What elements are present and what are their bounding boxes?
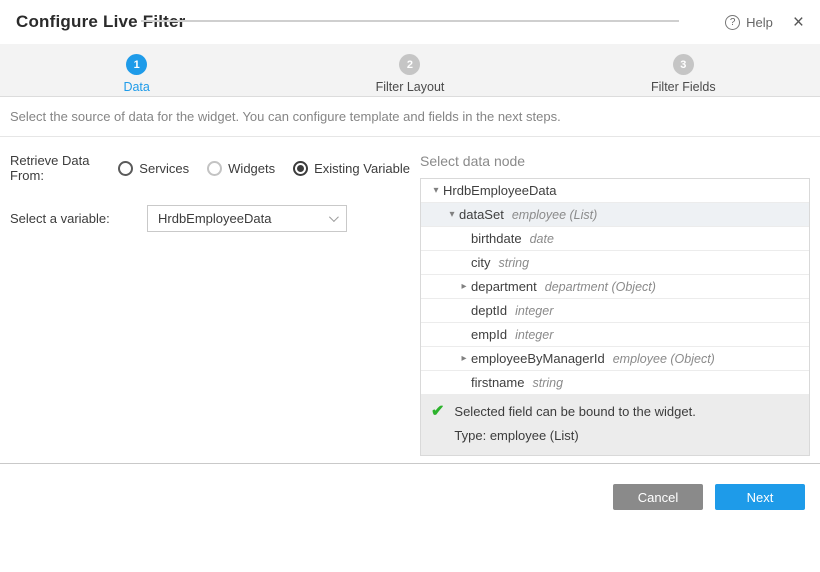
tree-node-birthdate[interactable]: birthdate date <box>421 227 809 251</box>
chevron-down-icon <box>329 212 339 222</box>
radio-widgets-label: Widgets <box>228 161 275 176</box>
source-radio-group: Services Widgets Existing Variable <box>118 161 410 176</box>
step-1-label: Data <box>123 80 149 94</box>
radio-services[interactable]: Services <box>118 161 189 176</box>
tree-node-type: integer <box>515 328 553 342</box>
step-1-circle: 1 <box>126 54 147 75</box>
tree-node-label: city <box>471 255 491 270</box>
data-node-section: Select data node ▾ HrdbEmployeeData ▾ da… <box>420 137 810 456</box>
tree-node-deptid[interactable]: deptId integer <box>421 299 809 323</box>
help-label: Help <box>746 15 773 30</box>
radio-unchecked-dim-icon <box>207 161 222 176</box>
step-filter-fields[interactable]: 3 Filter Fields <box>547 44 820 96</box>
wizard-stepper: 1 Data 2 Filter Layout 3 Filter Fields <box>0 44 820 97</box>
tree-node-label: deptId <box>471 303 507 318</box>
tree-node-label: HrdbEmployeeData <box>443 183 556 198</box>
data-node-tree: ▾ HrdbEmployeeData ▾ dataSet employee (L… <box>420 178 810 456</box>
tree-node-type: employee (Object) <box>613 352 715 366</box>
step-2-label: Filter Layout <box>376 80 445 94</box>
step-3-circle: 3 <box>673 54 694 75</box>
dialog-content: Retrieve Data From: Services Widgets Exi… <box>0 137 820 463</box>
binding-status-type: Type: employee (List) <box>454 427 695 445</box>
tree-node-type: string <box>532 376 563 390</box>
tree-node-type: string <box>499 256 530 270</box>
tree-node-city[interactable]: city string <box>421 251 809 275</box>
radio-widgets[interactable]: Widgets <box>207 161 275 176</box>
tree-node-type: integer <box>515 304 553 318</box>
caret-down-icon[interactable]: ▾ <box>445 209 459 220</box>
radio-checked-icon <box>293 161 308 176</box>
dialog-header: Configure Live Filter ? Help × <box>0 0 820 44</box>
tree-node-department[interactable]: ▸ department department (Object) <box>421 275 809 299</box>
select-variable-label: Select a variable: <box>10 211 147 226</box>
radio-services-label: Services <box>139 161 189 176</box>
close-icon[interactable]: × <box>793 13 804 32</box>
caret-down-icon[interactable]: ▾ <box>429 185 443 196</box>
binding-status-message: Selected field can be bound to the widge… <box>454 403 695 421</box>
tree-node-empid[interactable]: empId integer <box>421 323 809 347</box>
tree-node-firstname[interactable]: firstname string <box>421 371 809 395</box>
configure-live-filter-dialog: Configure Live Filter ? Help × 1 Data 2 … <box>0 0 820 572</box>
step-data[interactable]: 1 Data <box>0 44 273 96</box>
tree-node-label: birthdate <box>471 231 522 246</box>
retrieve-data-from-label: Retrieve Data From: <box>10 153 118 183</box>
caret-right-icon[interactable]: ▸ <box>457 281 471 292</box>
select-data-node-heading: Select data node <box>420 153 810 169</box>
tree-node-employeebymanagerid[interactable]: ▸ employeeByManagerId employee (Object) <box>421 347 809 371</box>
step-2-circle: 2 <box>399 54 420 75</box>
tree-node-type: department (Object) <box>545 280 656 294</box>
binding-status-box: ✔ Selected field can be bound to the wid… <box>421 395 809 455</box>
tree-node-label: empId <box>471 327 507 342</box>
tree-node-type: employee (List) <box>512 208 597 222</box>
description-text: Select the source of data for the widget… <box>10 109 561 124</box>
cancel-button[interactable]: Cancel <box>613 484 703 510</box>
page-title: Configure Live Filter <box>16 12 186 32</box>
check-icon: ✔ <box>431 403 444 445</box>
tree-node-label: dataSet <box>459 207 504 222</box>
tree-node-dataset[interactable]: ▾ dataSet employee (List) <box>421 203 809 227</box>
help-icon: ? <box>725 15 740 30</box>
tree-node-label: employeeByManagerId <box>471 351 605 366</box>
step-3-label: Filter Fields <box>651 80 716 94</box>
variable-select[interactable]: HrdbEmployeeData <box>147 205 347 232</box>
step-filter-layout[interactable]: 2 Filter Layout <box>273 44 546 96</box>
dialog-footer: Cancel Next <box>0 463 820 572</box>
tree-node-type: date <box>530 232 554 246</box>
radio-unchecked-icon <box>118 161 133 176</box>
tree-node-hrdbemployeedata[interactable]: ▾ HrdbEmployeeData <box>421 179 809 203</box>
description-bar: Select the source of data for the widget… <box>0 97 820 137</box>
tree-node-label: firstname <box>471 375 524 390</box>
source-form: Retrieve Data From: Services Widgets Exi… <box>10 137 410 232</box>
variable-select-value: HrdbEmployeeData <box>158 211 271 226</box>
stepper-connector-line <box>141 20 679 22</box>
help-button[interactable]: ? Help <box>725 15 773 30</box>
radio-existing-variable-label: Existing Variable <box>314 161 410 176</box>
tree-node-label: department <box>471 279 537 294</box>
caret-right-icon[interactable]: ▸ <box>457 353 471 364</box>
radio-existing-variable[interactable]: Existing Variable <box>293 161 410 176</box>
next-button[interactable]: Next <box>715 484 805 510</box>
